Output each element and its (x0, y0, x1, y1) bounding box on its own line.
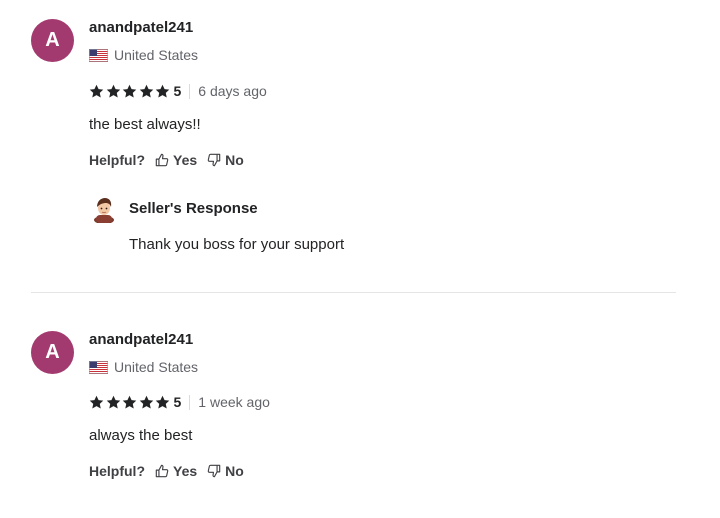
thumbs-up-icon (155, 464, 169, 478)
divider (189, 83, 191, 99)
us-flag-icon (89, 360, 108, 374)
star-icon (122, 84, 137, 97)
thumbs-down-icon (207, 464, 221, 478)
star-icon (139, 395, 153, 408)
star-icon (155, 395, 170, 408)
star-icon (106, 84, 120, 97)
star-icon (89, 395, 104, 408)
star-rating (89, 84, 172, 99)
rating-row: 5 1 week ago (89, 393, 270, 411)
yes-label: Yes (173, 463, 198, 479)
thumbs-down-icon (207, 153, 221, 167)
review-comment: always the best (89, 427, 193, 444)
helpful-label: Helpful? (89, 463, 145, 479)
us-flag-icon (89, 48, 108, 62)
rating-score: 5 (173, 83, 182, 99)
seller-response-text: Thank you boss for your support (129, 236, 345, 253)
seller-response-title: Seller's Response (129, 200, 258, 217)
thumbs-up-icon (155, 153, 169, 167)
star-rating (89, 395, 172, 410)
helpful-no-button[interactable]: No (207, 463, 244, 479)
helpful-yes-button[interactable]: Yes (155, 152, 197, 168)
rating-row: 5 6 days ago (89, 82, 267, 100)
reviewer-country: United States (89, 47, 198, 63)
no-label: No (225, 463, 244, 479)
country-name: United States (114, 47, 199, 63)
country-name: United States (114, 359, 199, 375)
yes-label: Yes (173, 152, 198, 168)
star-icon (139, 84, 153, 97)
star-icon (155, 84, 170, 97)
review-time: 1 week ago (198, 394, 270, 410)
helpful-label: Helpful? (89, 152, 145, 168)
rating-score: 5 (173, 394, 182, 410)
no-label: No (225, 152, 244, 168)
star-icon (89, 84, 104, 97)
divider (189, 394, 191, 410)
helpful-yes-button[interactable]: Yes (155, 463, 197, 479)
review-comment: the best always!! (89, 116, 201, 133)
avatar[interactable]: A (31, 19, 74, 62)
review-divider (31, 292, 676, 293)
helpful-no-button[interactable]: No (207, 152, 244, 168)
seller-avatar[interactable] (92, 196, 116, 223)
review-time: 6 days ago (198, 83, 267, 99)
reviewer-username[interactable]: anandpatel241 (89, 19, 193, 36)
reviewer-username[interactable]: anandpatel241 (89, 331, 193, 348)
helpful-row: Helpful? Yes No (89, 152, 254, 168)
reviewer-country: United States (89, 359, 198, 375)
star-icon (122, 395, 137, 408)
star-icon (106, 395, 120, 408)
avatar[interactable]: A (31, 331, 74, 374)
helpful-row: Helpful? Yes No (89, 463, 254, 479)
